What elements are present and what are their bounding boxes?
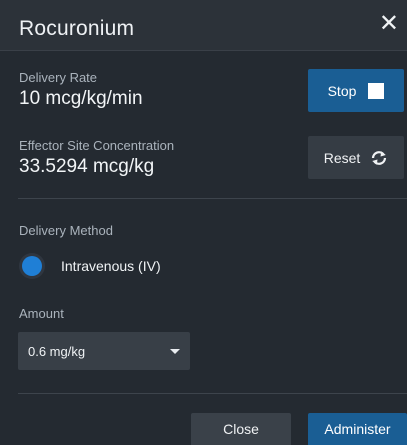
- intravenous-radio[interactable]: [19, 253, 45, 279]
- caret-down-icon: [170, 349, 180, 354]
- divider: [18, 198, 407, 199]
- amount-select-value: 0.6 mg/kg: [28, 344, 86, 359]
- stop-square-icon: [368, 82, 385, 99]
- reset-button[interactable]: Reset: [308, 136, 404, 179]
- amount-label: Amount: [19, 306, 64, 321]
- close-button[interactable]: Close: [191, 413, 291, 445]
- effector-site-label: Effector Site Concentration: [19, 138, 175, 153]
- dialog-header: Rocuronium ✕: [0, 0, 407, 51]
- amount-select[interactable]: 0.6 mg/kg: [18, 332, 190, 370]
- footer-divider: [18, 393, 407, 394]
- stop-button-label: Stop: [327, 82, 357, 99]
- reset-button-label: Reset: [323, 149, 361, 166]
- administer-button[interactable]: Administer: [308, 413, 407, 445]
- intravenous-radio-label[interactable]: Intravenous (IV): [61, 258, 161, 274]
- dialog-title: Rocuronium: [19, 17, 135, 40]
- effector-site-value: 33.5294 mcg/kg: [19, 156, 155, 177]
- delivery-method-label: Delivery Method: [19, 223, 113, 238]
- close-icon[interactable]: ✕: [379, 12, 399, 36]
- delivery-rate-label: Delivery Rate: [19, 70, 98, 85]
- delivery-rate-value: 10 mcg/kg/min: [19, 88, 143, 109]
- radio-selected-dot: [22, 256, 42, 276]
- stop-button[interactable]: Stop: [308, 69, 404, 112]
- refresh-icon: [372, 150, 387, 165]
